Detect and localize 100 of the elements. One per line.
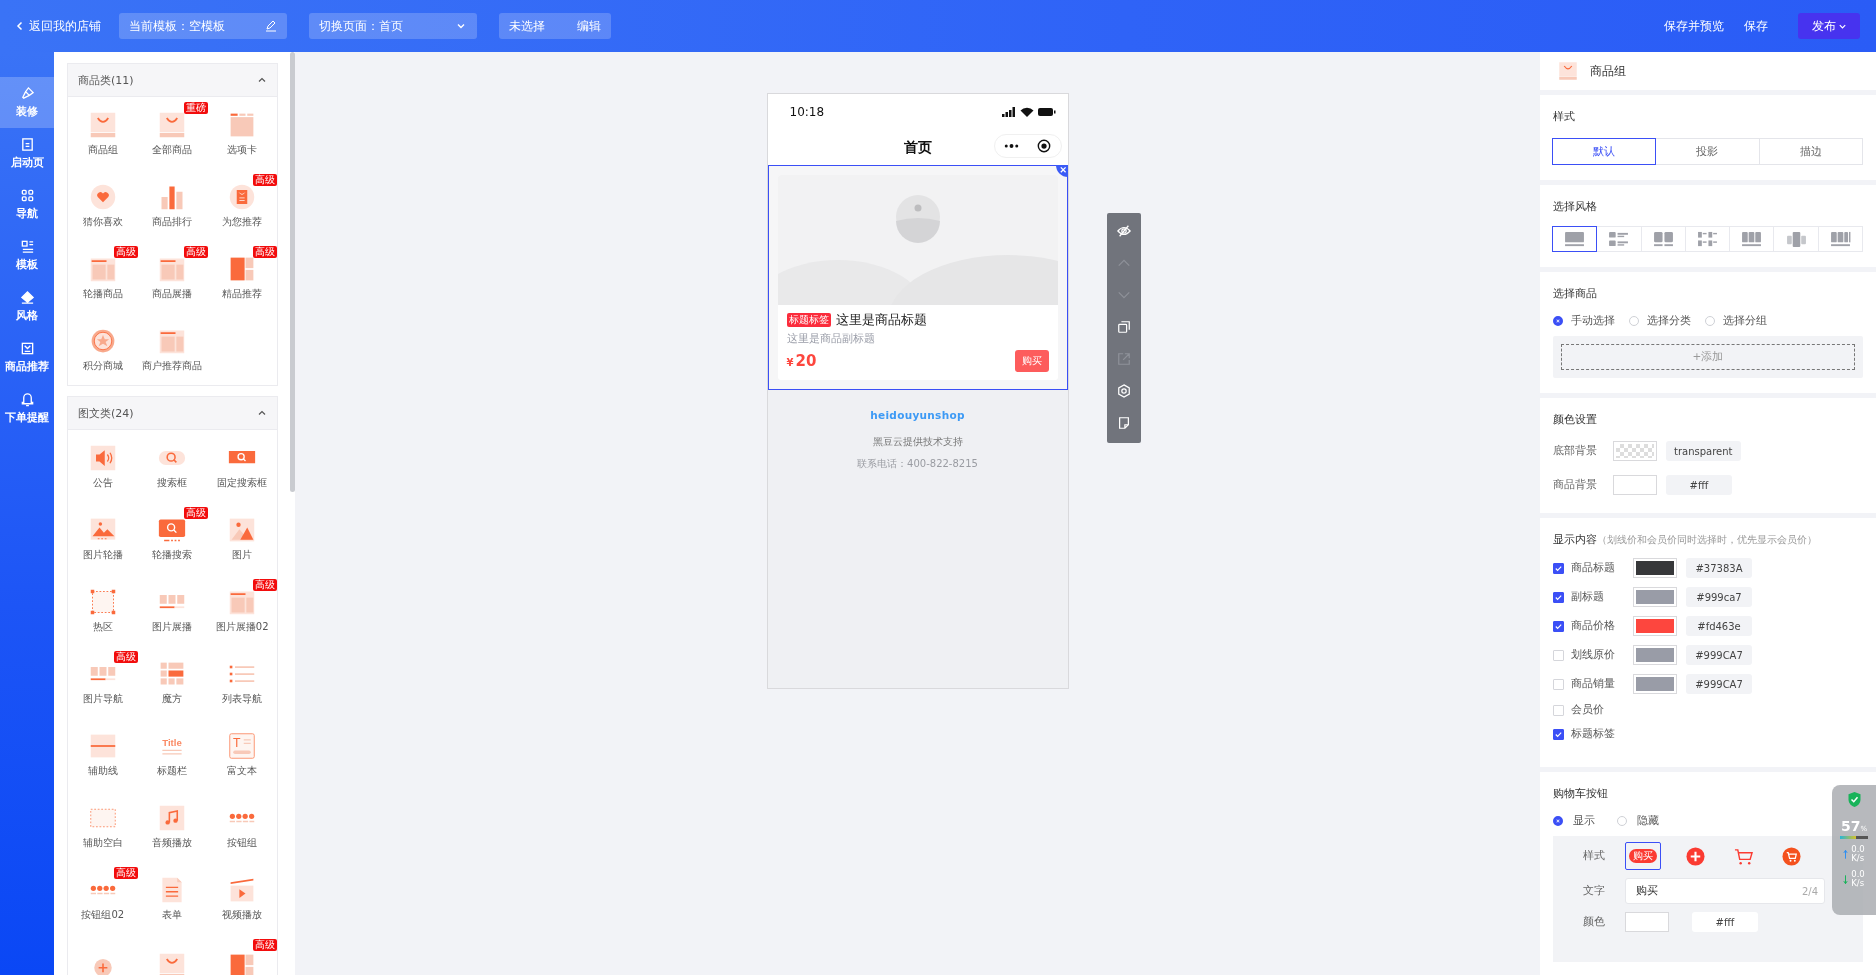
note-icon[interactable] bbox=[1116, 416, 1131, 430]
text-input[interactable]: 购买 2/4 bbox=[1625, 878, 1825, 904]
collapse-caret-icon[interactable] bbox=[257, 408, 267, 418]
component-item[interactable]: 魔方 bbox=[137, 646, 208, 718]
cart-style-option[interactable]: 购买 bbox=[1625, 842, 1661, 870]
component-item[interactable]: 高级 图片展播02 bbox=[207, 574, 277, 646]
selected-component[interactable]: 标题标签 这里是商品标题 这里是商品副标题 ¥20 购买 bbox=[767, 165, 1068, 390]
action-link[interactable]: 保存并预览 bbox=[1664, 17, 1724, 35]
rail-item[interactable]: 风格 bbox=[0, 281, 54, 332]
component-item[interactable]: 高级 商品展播 bbox=[137, 241, 208, 313]
checkbox[interactable] bbox=[1553, 728, 1564, 740]
color-swatch[interactable] bbox=[1633, 558, 1677, 578]
component-item[interactable]: 辅助空白 bbox=[68, 790, 138, 862]
component-item[interactable]: 视频播放 bbox=[207, 862, 277, 934]
checkbox-option[interactable]: 商品价格 bbox=[1553, 619, 1633, 633]
component-item[interactable]: 按钮组 bbox=[207, 790, 277, 862]
component-label: 按钮组 bbox=[227, 836, 258, 850]
component-item[interactable]: 高级 精品推荐 bbox=[207, 241, 277, 313]
component-item[interactable]: 图片展播 bbox=[137, 574, 208, 646]
rail-item[interactable]: 启动页 bbox=[0, 128, 54, 179]
style-option[interactable]: 描边 bbox=[1758, 138, 1863, 165]
component-item[interactable]: 图片轮播 bbox=[68, 502, 138, 574]
radio-button[interactable] bbox=[1553, 316, 1563, 326]
component-item[interactable]: 图片 bbox=[207, 502, 277, 574]
radio-option[interactable]: 选择分类 bbox=[1629, 314, 1691, 328]
component-item[interactable]: T 富文本 bbox=[207, 718, 277, 790]
radio-option[interactable]: 选择分组 bbox=[1705, 314, 1767, 328]
component-item[interactable]: 积分商城 bbox=[68, 313, 138, 385]
color-value-field[interactable]: #fff bbox=[1692, 912, 1758, 932]
color-swatch[interactable] bbox=[1633, 674, 1677, 694]
checkbox-option[interactable]: 商品标题 bbox=[1553, 561, 1633, 575]
checkbox[interactable] bbox=[1553, 591, 1564, 603]
buy-pill: 购买 bbox=[1629, 849, 1657, 863]
rail-item[interactable]: 商品推荐 bbox=[0, 332, 54, 383]
color-swatch[interactable] bbox=[1613, 475, 1657, 495]
color-swatch[interactable] bbox=[1625, 912, 1669, 932]
checkbox-option[interactable]: 商品销量 bbox=[1553, 677, 1633, 691]
style-option[interactable]: 默认 bbox=[1552, 138, 1657, 165]
group-header[interactable]: 图文类(24) bbox=[68, 397, 277, 430]
checkbox[interactable] bbox=[1553, 620, 1564, 632]
color-value-field[interactable]: #fd463e bbox=[1686, 616, 1752, 636]
color-value-field[interactable]: #999ca7 bbox=[1686, 587, 1752, 607]
component-item[interactable]: 搜索框 bbox=[137, 430, 208, 502]
component-item[interactable]: 商户推荐商品 bbox=[137, 313, 208, 385]
checkbox-option[interactable]: 划线原价 bbox=[1553, 648, 1633, 662]
component-item[interactable]: 高级 轮播搜索 bbox=[137, 502, 208, 574]
checkbox-option[interactable]: 标题标签 bbox=[1553, 727, 1633, 741]
back-link[interactable]: 返回我的店铺 bbox=[29, 17, 101, 35]
checkbox-option[interactable]: 副标题 bbox=[1553, 590, 1633, 604]
copy-icon[interactable] bbox=[1116, 320, 1131, 334]
component-item[interactable]: 列表导航 bbox=[207, 646, 277, 718]
back-chevron-icon[interactable] bbox=[16, 21, 24, 31]
component-item[interactable]: 高级 图片导航 bbox=[68, 646, 138, 718]
settings-icon[interactable] bbox=[1116, 384, 1131, 398]
color-swatch[interactable] bbox=[1633, 616, 1677, 636]
component-item[interactable]: 辅助线 bbox=[68, 718, 138, 790]
component-item[interactable]: 重磅 全部商品 bbox=[137, 97, 208, 169]
component-item[interactable]: Title 标题栏 bbox=[137, 718, 208, 790]
radio-option[interactable]: 手动选择 bbox=[1553, 314, 1615, 328]
component-item[interactable]: 高级 按钮组02 bbox=[68, 862, 138, 934]
color-value-field[interactable]: #999CA7 bbox=[1686, 674, 1752, 694]
hidden-eye-icon[interactable] bbox=[1116, 224, 1131, 238]
rail-item[interactable]: 模板 bbox=[0, 230, 54, 281]
rail-item[interactable]: 下单提醒 bbox=[0, 383, 54, 434]
color-swatch[interactable] bbox=[1633, 587, 1677, 607]
radio-button[interactable] bbox=[1553, 816, 1563, 826]
checkbox-option[interactable]: 会员价 bbox=[1553, 703, 1633, 717]
component-item[interactable]: 商品排行 bbox=[137, 169, 208, 241]
color-swatch[interactable] bbox=[1613, 441, 1657, 461]
rail-item[interactable]: 导航 bbox=[0, 179, 54, 230]
component-item[interactable]: 热区 bbox=[68, 574, 138, 646]
component-item[interactable]: 高级 为您推荐 bbox=[207, 169, 277, 241]
layout-option[interactable] bbox=[1552, 226, 1598, 252]
style-option[interactable]: 投影 bbox=[1655, 138, 1760, 165]
color-value-field[interactable]: #37383A bbox=[1686, 558, 1752, 578]
close-icon[interactable] bbox=[1055, 165, 1068, 177]
publish-button[interactable]: 发布 bbox=[1798, 13, 1860, 39]
radio-option[interactable]: 隐藏 bbox=[1617, 814, 1659, 828]
more-icon[interactable] bbox=[1003, 143, 1019, 149]
collapse-caret-icon[interactable] bbox=[257, 75, 267, 85]
component-item[interactable]: 选项卡 bbox=[207, 97, 277, 169]
color-value-field[interactable]: #fff bbox=[1666, 475, 1732, 495]
scrollbar[interactable] bbox=[290, 52, 295, 492]
component-item[interactable]: 固定搜索框 bbox=[207, 430, 277, 502]
component-item[interactable]: 高级 bbox=[207, 934, 277, 975]
radio-option[interactable]: 显示 bbox=[1553, 814, 1595, 828]
edit-icon[interactable] bbox=[265, 20, 277, 32]
action-link[interactable]: 保存 bbox=[1744, 17, 1768, 35]
checkbox[interactable] bbox=[1553, 562, 1564, 574]
component-item[interactable]: 表单 bbox=[137, 862, 208, 934]
target-icon[interactable] bbox=[1037, 139, 1052, 153]
component-item[interactable]: 公告 bbox=[68, 430, 138, 502]
component-item[interactable]: 高级 轮播商品 bbox=[68, 241, 138, 313]
group-header[interactable]: 商品类(11) bbox=[68, 64, 277, 97]
component-item[interactable]: 猜你喜欢 bbox=[68, 169, 138, 241]
component-item[interactable]: 商品组 bbox=[68, 97, 138, 169]
color-value-field[interactable]: transparent bbox=[1666, 441, 1741, 461]
color-swatch[interactable] bbox=[1633, 645, 1677, 665]
component-item[interactable]: 音频播放 bbox=[137, 790, 208, 862]
color-value-field[interactable]: #999CA7 bbox=[1686, 645, 1752, 665]
